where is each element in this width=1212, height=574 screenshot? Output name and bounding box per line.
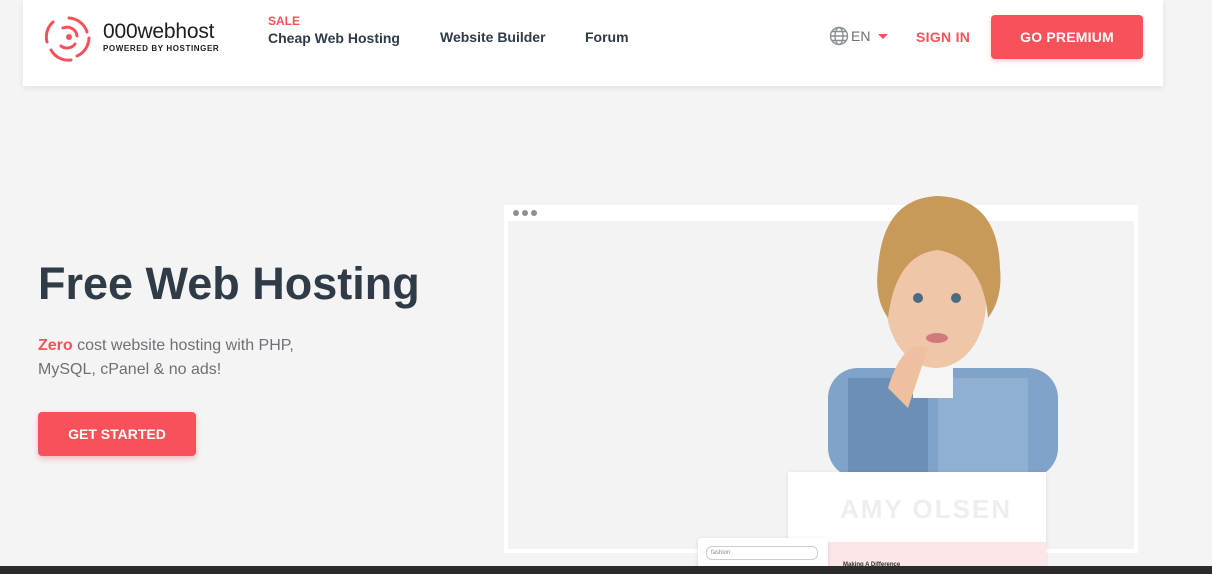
window-dot-icon [513,210,519,216]
nav-link-forum[interactable]: Forum [585,29,629,45]
window-dot-icon [522,210,528,216]
mini-search-input: fashion [706,546,818,560]
logo-mark-icon [44,16,91,62]
nav-item-cheap-hosting[interactable]: SALE Cheap Web Hosting [268,14,400,46]
top-navbar: 000webhost POWERED BY HOSTINGER SALE Che… [23,0,1163,86]
sign-in-link[interactable]: SIGN IN [916,29,970,45]
nav-link-website-builder[interactable]: Website Builder [440,29,546,45]
language-selector[interactable]: EN [829,26,889,46]
mini-site-heading: AMY OLSEN [840,494,1013,524]
brand-subtitle: POWERED BY HOSTINGER [103,44,220,53]
os-taskbar [0,566,1212,574]
globe-icon [829,26,849,46]
go-premium-button[interactable]: GO PREMIUM [991,15,1143,59]
hero-subtitle: Zero cost website hosting with PHP, MySQ… [38,334,338,382]
nav-link-cheap-hosting[interactable]: Cheap Web Hosting [268,30,400,46]
hero-subtitle-text: cost website hosting with PHP, MySQL, cP… [38,337,294,378]
hero-highlight: Zero [38,337,73,354]
sale-badge: SALE [268,14,301,28]
hero-title: Free Web Hosting [38,258,420,309]
language-label: EN [851,28,871,44]
chevron-down-icon [878,33,889,39]
get-started-button[interactable]: GET STARTED [38,412,196,456]
window-dot-icon [531,210,537,216]
hero-person-image [828,196,1058,478]
logo[interactable]: 000webhost POWERED BY HOSTINGER [41,10,219,64]
brand-name: 000webhost [103,20,215,43]
browser-dots [513,210,537,216]
